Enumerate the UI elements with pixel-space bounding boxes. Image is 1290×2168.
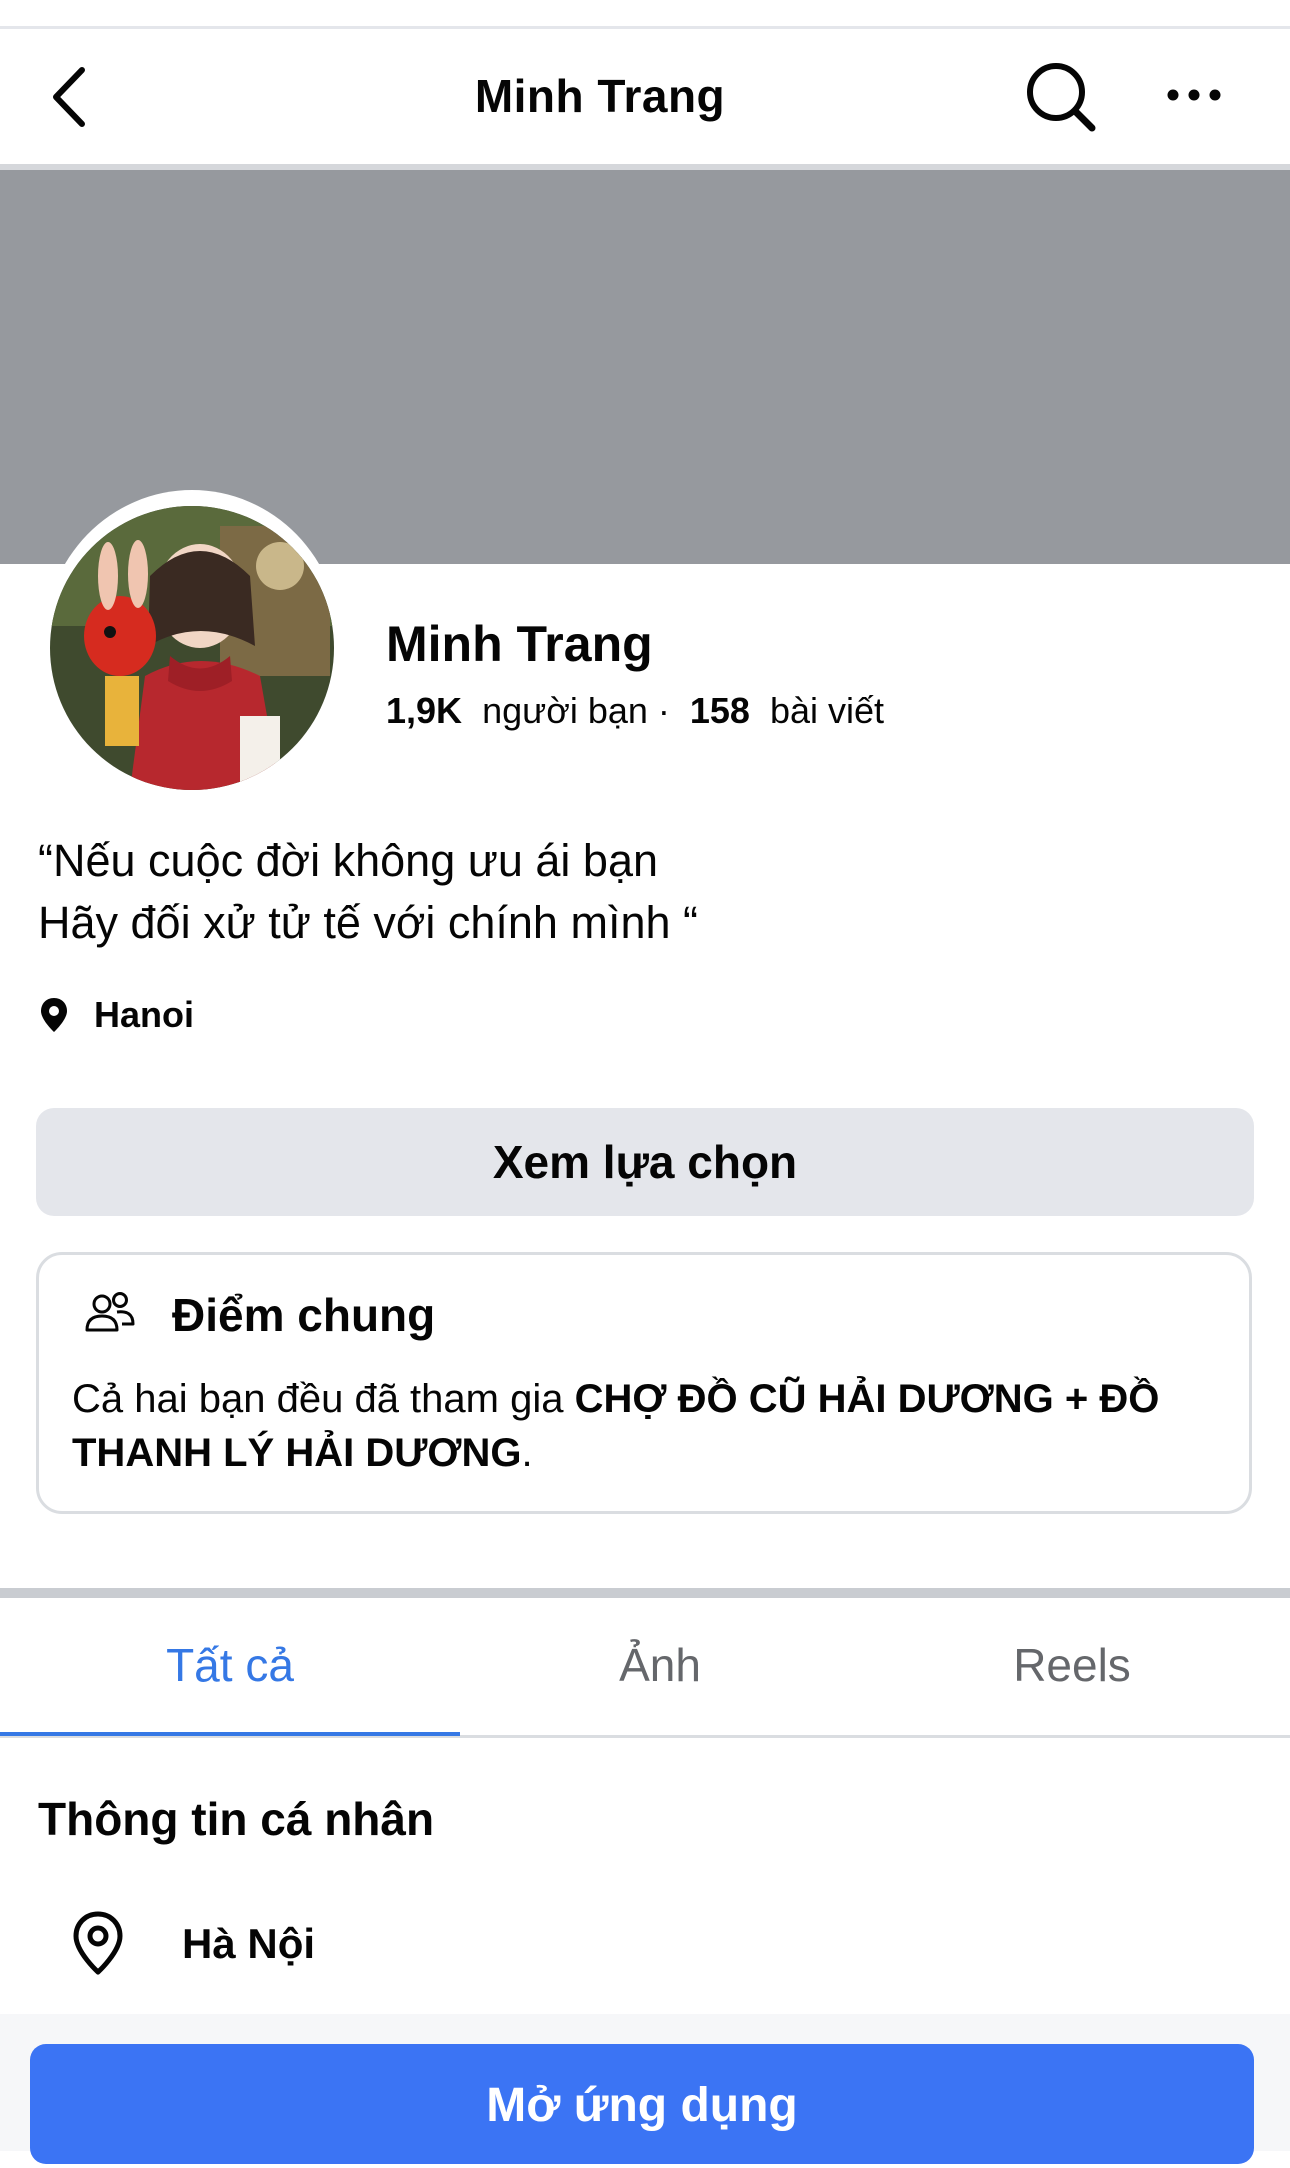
section-divider bbox=[0, 1588, 1290, 1598]
people-icon bbox=[84, 1288, 136, 1340]
posts-count: 158 bbox=[689, 690, 750, 731]
status-strip bbox=[0, 0, 1290, 29]
profile-bio: “Nếu cuộc đời không ưu ái bạn Hãy đối xử… bbox=[38, 830, 698, 954]
profile-name: Minh Trang bbox=[386, 616, 653, 672]
tab-photos[interactable]: Ảnh bbox=[445, 1630, 875, 1700]
more-horizontal-icon[interactable] bbox=[1164, 70, 1224, 120]
avatar[interactable] bbox=[50, 506, 334, 790]
tab-reels[interactable]: Reels bbox=[857, 1630, 1287, 1700]
view-options-button[interactable]: Xem lựa chọn bbox=[36, 1108, 1254, 1216]
common-ground-title: Điểm chung bbox=[172, 1289, 436, 1341]
about-section-title: Thông tin cá nhân bbox=[38, 1793, 435, 1845]
common-text-suffix: . bbox=[521, 1431, 533, 1475]
location-text: Hanoi bbox=[94, 994, 195, 1035]
location-outline-icon bbox=[68, 1908, 128, 1978]
location-pin-icon bbox=[38, 990, 70, 1040]
bio-line-2: Hãy đối xử tử tế với chính mình “ bbox=[38, 897, 698, 948]
common-text-prefix: Cả hai bạn đều đã tham gia bbox=[72, 1377, 575, 1421]
page-title: Minh Trang bbox=[474, 70, 726, 122]
friends-label[interactable]: người bạn · bbox=[482, 690, 670, 731]
open-app-button[interactable]: Mở ứng dụng bbox=[30, 2044, 1254, 2164]
tab-all[interactable]: Tất cả bbox=[15, 1630, 445, 1700]
bio-line-1: “Nếu cuộc đời không ưu ái bạn bbox=[38, 835, 659, 886]
active-tab-indicator bbox=[0, 1732, 460, 1736]
common-ground-text: Cả hai bạn đều đã tham gia CHỢ ĐỒ CŨ HẢI… bbox=[72, 1372, 1212, 1480]
posts-label: bài viết bbox=[769, 690, 885, 731]
profile-stats: 1,9K người bạn · 158 bài viết bbox=[386, 686, 884, 736]
search-icon[interactable] bbox=[1024, 60, 1098, 134]
friends-count[interactable]: 1,9K bbox=[386, 690, 462, 731]
about-city: Hà Nội bbox=[182, 1920, 316, 1967]
